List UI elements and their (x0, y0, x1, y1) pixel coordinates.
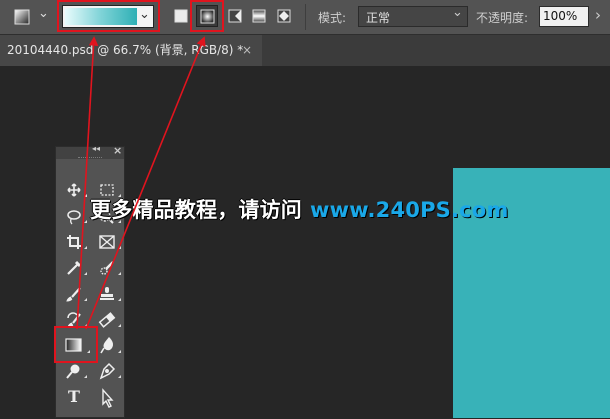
eyedropper-tool-icon[interactable] (67, 260, 82, 275)
brush-tool-icon[interactable] (66, 287, 81, 302)
close-icon[interactable]: × (240, 35, 254, 66)
watermark-url: www.240PS.com (310, 198, 509, 222)
spot-healing-brush-tool-icon[interactable] (100, 261, 114, 275)
angle-gradient-button[interactable] (226, 7, 244, 25)
opacity-value: 100% (543, 9, 578, 23)
blur-tool-icon[interactable] (100, 337, 113, 354)
move-tool-icon[interactable] (67, 183, 81, 197)
watermark-text: 更多精品教程，请访问 (90, 198, 302, 222)
eraser-tool-icon[interactable] (98, 312, 116, 328)
gradient-preview (65, 8, 137, 25)
chevron-down-icon: ⌄ (38, 6, 49, 21)
reflected-gradient-icon (252, 9, 266, 23)
crop-tool-icon[interactable] (67, 235, 81, 249)
diamond-gradient-icon (277, 9, 291, 23)
options-bar: ⌄ ⌄ 模式: 正常 ⌄ 不透明度: 100% › (0, 0, 610, 35)
mode-value: 正常 (366, 11, 391, 25)
gradient-tool-icon[interactable] (65, 338, 82, 352)
diamond-gradient-button[interactable] (275, 7, 293, 25)
document-tab-bar: 20104440.psd @ 66.7% (背景, RGB/8) * × (0, 35, 610, 66)
path-selection-tool-icon[interactable] (102, 388, 114, 408)
separator (305, 4, 306, 30)
linear-gradient-button[interactable] (172, 7, 190, 25)
pen-tool-icon[interactable] (99, 362, 116, 380)
watermark: 更多精品教程，请访问 www.240PS.com (90, 196, 509, 224)
clone-stamp-tool-icon[interactable] (100, 287, 114, 300)
opacity-label: 不透明度: (476, 11, 529, 25)
chevron-right-icon[interactable]: › (595, 6, 601, 24)
tool-icons (65, 183, 121, 408)
tool-preset-picker[interactable]: ⌄ (10, 5, 52, 29)
mode-select[interactable]: 正常 ⌄ (358, 5, 468, 27)
document-tab-title: 20104440.psd @ 66.7% (背景, RGB/8) * (7, 43, 244, 57)
type-tool-icon[interactable]: T (68, 387, 80, 406)
document-tab[interactable]: 20104440.psd @ 66.7% (背景, RGB/8) * (0, 35, 262, 66)
radial-gradient-icon (200, 9, 215, 24)
frame-tool-icon[interactable] (99, 235, 115, 249)
rectangular-marquee-tool-icon[interactable] (100, 184, 114, 196)
history-brush-tool-icon[interactable] (67, 312, 81, 328)
chevron-down-icon: ⌄ (452, 5, 463, 20)
lasso-tool-icon[interactable] (67, 210, 81, 225)
opacity-input[interactable]: 100% (539, 6, 589, 27)
tools-panel: ◂◂ × T (55, 144, 125, 418)
dodge-tool-icon[interactable] (66, 364, 80, 379)
angle-gradient-icon (228, 9, 242, 23)
radial-gradient-button[interactable] (196, 5, 218, 27)
mode-label: 模式: (318, 11, 347, 25)
gradient-picker[interactable]: ⌄ (62, 5, 154, 28)
linear-gradient-icon (174, 9, 188, 23)
chevron-down-icon[interactable]: ⌄ (139, 6, 150, 24)
reflected-gradient-button[interactable] (250, 7, 268, 25)
